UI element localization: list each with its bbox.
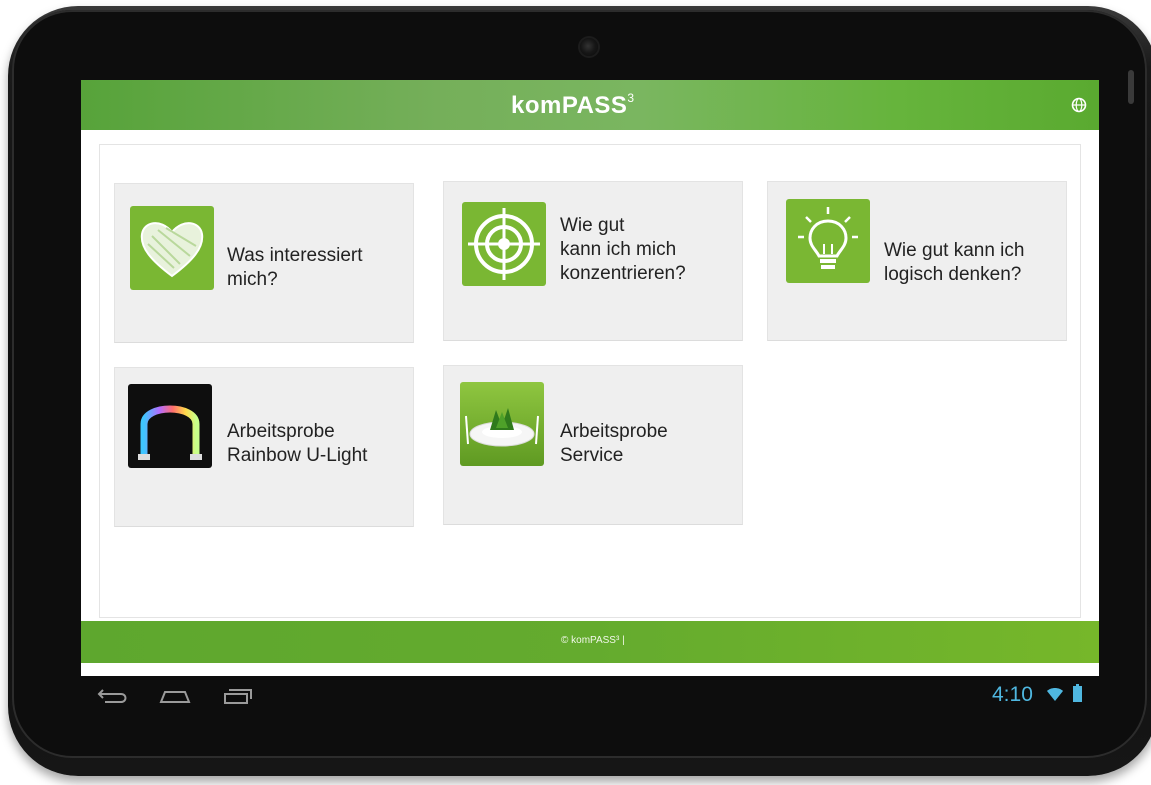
recents-icon[interactable] — [219, 686, 255, 706]
tile-rainbow-u-light[interactable]: Arbeitsprobe Rainbow U-Light — [114, 367, 414, 527]
rainbow-u-light-image — [128, 384, 212, 468]
copyright-text: © komPASS³ | — [561, 635, 625, 646]
home-icon[interactable] — [157, 686, 193, 706]
wifi-icon — [1047, 688, 1063, 701]
app-logo: komPASS3 — [511, 91, 671, 120]
tile-label: Was interessiert mich? — [227, 245, 363, 290]
tile-label: Arbeitsprobe Rainbow U-Light — [227, 421, 368, 466]
target-icon — [462, 202, 546, 286]
front-camera — [580, 38, 598, 56]
app-footer: © komPASS³ | — [81, 621, 1099, 663]
globe-icon[interactable] — [1071, 97, 1087, 113]
battery-icon — [1073, 684, 1082, 702]
tile-label: Arbeitsprobe Service — [560, 421, 668, 466]
tile-interests[interactable]: Was interessiert mich? — [114, 183, 414, 343]
heart-icon — [130, 206, 214, 290]
screen-bottom-strip — [81, 663, 1099, 676]
tile-concentration[interactable]: Wie gut kann ich mich konzentrieren? — [443, 181, 743, 341]
status-time: 4:10 — [992, 683, 1033, 706]
system-nav-bar — [81, 676, 1099, 718]
side-button — [1128, 70, 1134, 104]
tile-service[interactable]: Arbeitsprobe Service — [443, 365, 743, 525]
logo-text: komPASS — [511, 92, 628, 119]
service-plate-image — [460, 382, 544, 466]
tile-label: Wie gut kann ich mich konzentrieren? — [560, 215, 686, 284]
back-icon[interactable] — [95, 686, 131, 706]
app-screen: komPASS3 Was interessiert mich? Wie gut … — [81, 80, 1099, 676]
tile-label: Wie gut kann ich logisch denken? — [884, 240, 1025, 285]
tile-logic[interactable]: Wie gut kann ich logisch denken? — [767, 181, 1067, 341]
tile-grid: Was interessiert mich? Wie gut kann ich … — [99, 144, 1081, 618]
lightbulb-icon — [786, 199, 870, 283]
app-header: komPASS3 — [81, 80, 1099, 130]
logo-superscript: 3 — [627, 91, 635, 105]
